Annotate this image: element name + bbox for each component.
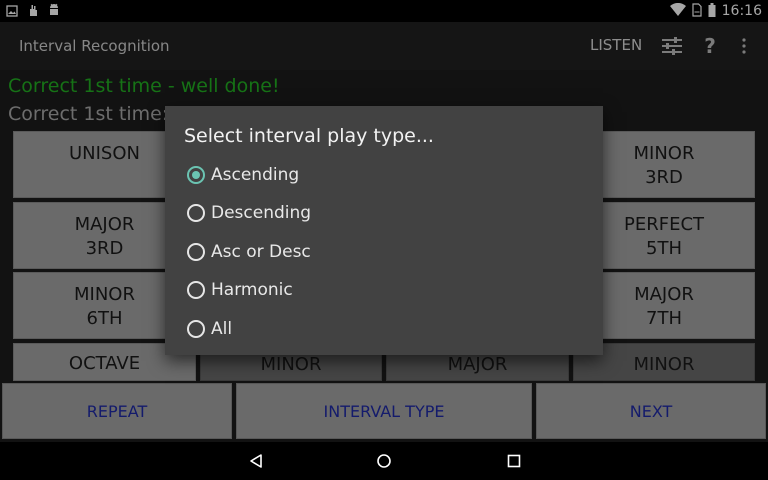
- radio-unselected-icon[interactable]: [187, 204, 205, 222]
- option-harmonic[interactable]: Harmonic: [187, 275, 587, 305]
- back-icon[interactable]: [246, 451, 266, 471]
- option-label: Descending: [211, 203, 312, 223]
- home-icon[interactable]: [374, 451, 394, 471]
- radio-unselected-icon[interactable]: [187, 281, 205, 299]
- radio-selected-icon[interactable]: [187, 166, 205, 184]
- dialog-title: Select interval play type...: [184, 125, 434, 147]
- option-label: Ascending: [211, 165, 300, 185]
- option-label: All: [211, 319, 233, 339]
- option-label: Asc or Desc: [211, 242, 311, 262]
- option-label: Harmonic: [211, 280, 293, 300]
- recents-icon[interactable]: [504, 451, 524, 471]
- option-ascending[interactable]: Ascending: [187, 160, 587, 190]
- play-type-dialog: Select interval play type... Ascending D…: [165, 106, 603, 355]
- radio-unselected-icon[interactable]: [187, 320, 205, 338]
- option-asc-or-desc[interactable]: Asc or Desc: [187, 237, 587, 267]
- option-descending[interactable]: Descending: [187, 198, 587, 228]
- radio-unselected-icon[interactable]: [187, 243, 205, 261]
- option-all[interactable]: All: [187, 314, 587, 344]
- navigation-bar: [0, 442, 768, 480]
